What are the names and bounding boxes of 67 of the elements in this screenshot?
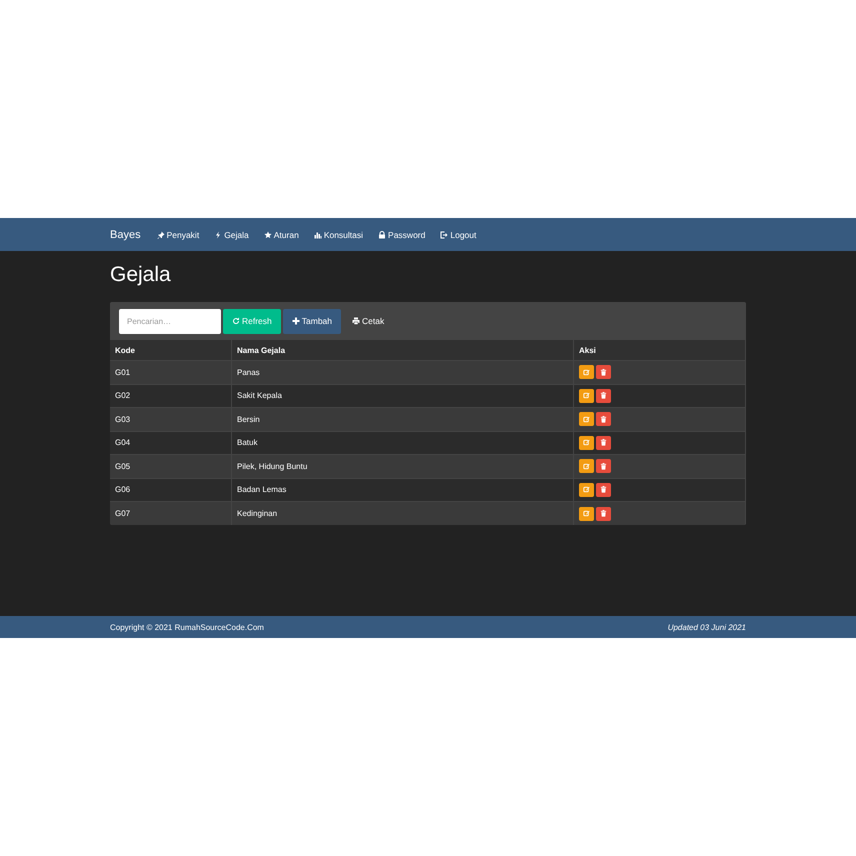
edit-icon	[583, 439, 590, 446]
trash-icon	[600, 368, 607, 376]
add-button[interactable]: Tambah	[282, 308, 342, 334]
search-field[interactable]: Pencarian…	[119, 308, 221, 334]
nav-link[interactable]: Gejala	[214, 230, 249, 240]
nav-link[interactable]: Penyakit	[156, 230, 200, 240]
table-cell: Batuk	[232, 431, 574, 454]
table-cell: G01	[110, 360, 232, 384]
delete-button[interactable]	[596, 365, 611, 380]
edit-button[interactable]	[579, 365, 594, 380]
table-cell: G06	[110, 478, 232, 502]
star-icon	[264, 230, 272, 238]
delete-button[interactable]	[596, 412, 611, 426]
logout-icon	[440, 230, 448, 238]
trash-icon	[600, 392, 607, 400]
edit-button[interactable]	[579, 506, 594, 520]
trash-icon	[600, 510, 607, 517]
delete-button[interactable]	[596, 506, 611, 520]
lock-icon	[378, 230, 386, 238]
trash-icon	[600, 439, 607, 446]
printer-icon	[352, 317, 360, 325]
edit-icon	[583, 462, 590, 470]
trash-icon	[600, 462, 607, 470]
delete-button[interactable]	[596, 482, 611, 497]
nav-link[interactable]: Password	[378, 230, 426, 240]
table-cell: G02	[110, 384, 232, 408]
edit-button[interactable]	[579, 482, 594, 497]
delete-button[interactable]	[596, 436, 611, 450]
table-cell: Pilek, Hidung Buntu	[232, 454, 574, 478]
updated-text: Updated 03 Juni 2021	[668, 622, 746, 632]
table-cell: Badan Lemas	[232, 478, 574, 502]
column-header: Kode	[110, 340, 232, 360]
table-cell: G07	[110, 502, 232, 525]
table-cell: Panas	[232, 360, 574, 384]
table-cell: G03	[110, 408, 232, 431]
delete-button[interactable]	[596, 388, 611, 403]
nav-link[interactable]: Konsultasi	[314, 230, 364, 240]
edit-icon	[583, 486, 590, 494]
edit-icon	[583, 416, 590, 423]
print-button[interactable]: Cetak	[343, 308, 394, 334]
brand-link[interactable]: Bayes	[110, 228, 141, 240]
edit-button[interactable]	[579, 436, 594, 450]
edit-button[interactable]	[579, 388, 594, 403]
delete-button[interactable]	[596, 459, 611, 474]
edit-button[interactable]	[579, 412, 594, 426]
nav-link[interactable]: Aturan	[264, 230, 299, 240]
table-cell: G04	[110, 431, 232, 454]
edit-button[interactable]	[579, 459, 594, 474]
table-cell: Bersin	[232, 408, 574, 431]
edit-icon	[583, 510, 590, 517]
table-cell: Sakit Kepala	[232, 384, 574, 408]
trash-icon	[600, 486, 607, 494]
copyright-text: Copyright © 2021 RumahSourceCode.Com	[110, 622, 264, 632]
plus-icon	[292, 317, 300, 325]
lightning-icon	[214, 230, 222, 238]
edit-icon	[583, 368, 590, 376]
table-cell: Kedinginan	[232, 502, 574, 525]
column-header: Aksi	[574, 340, 746, 360]
table-cell: G05	[110, 454, 232, 478]
page-title: Gejala	[110, 262, 172, 288]
pin-icon	[156, 230, 165, 238]
trash-icon	[600, 416, 607, 423]
edit-icon	[583, 392, 590, 400]
refresh-icon	[232, 317, 240, 325]
bar-chart-icon	[314, 230, 322, 238]
column-header: Nama Gejala	[232, 340, 574, 360]
nav-link[interactable]: Logout	[440, 230, 476, 240]
